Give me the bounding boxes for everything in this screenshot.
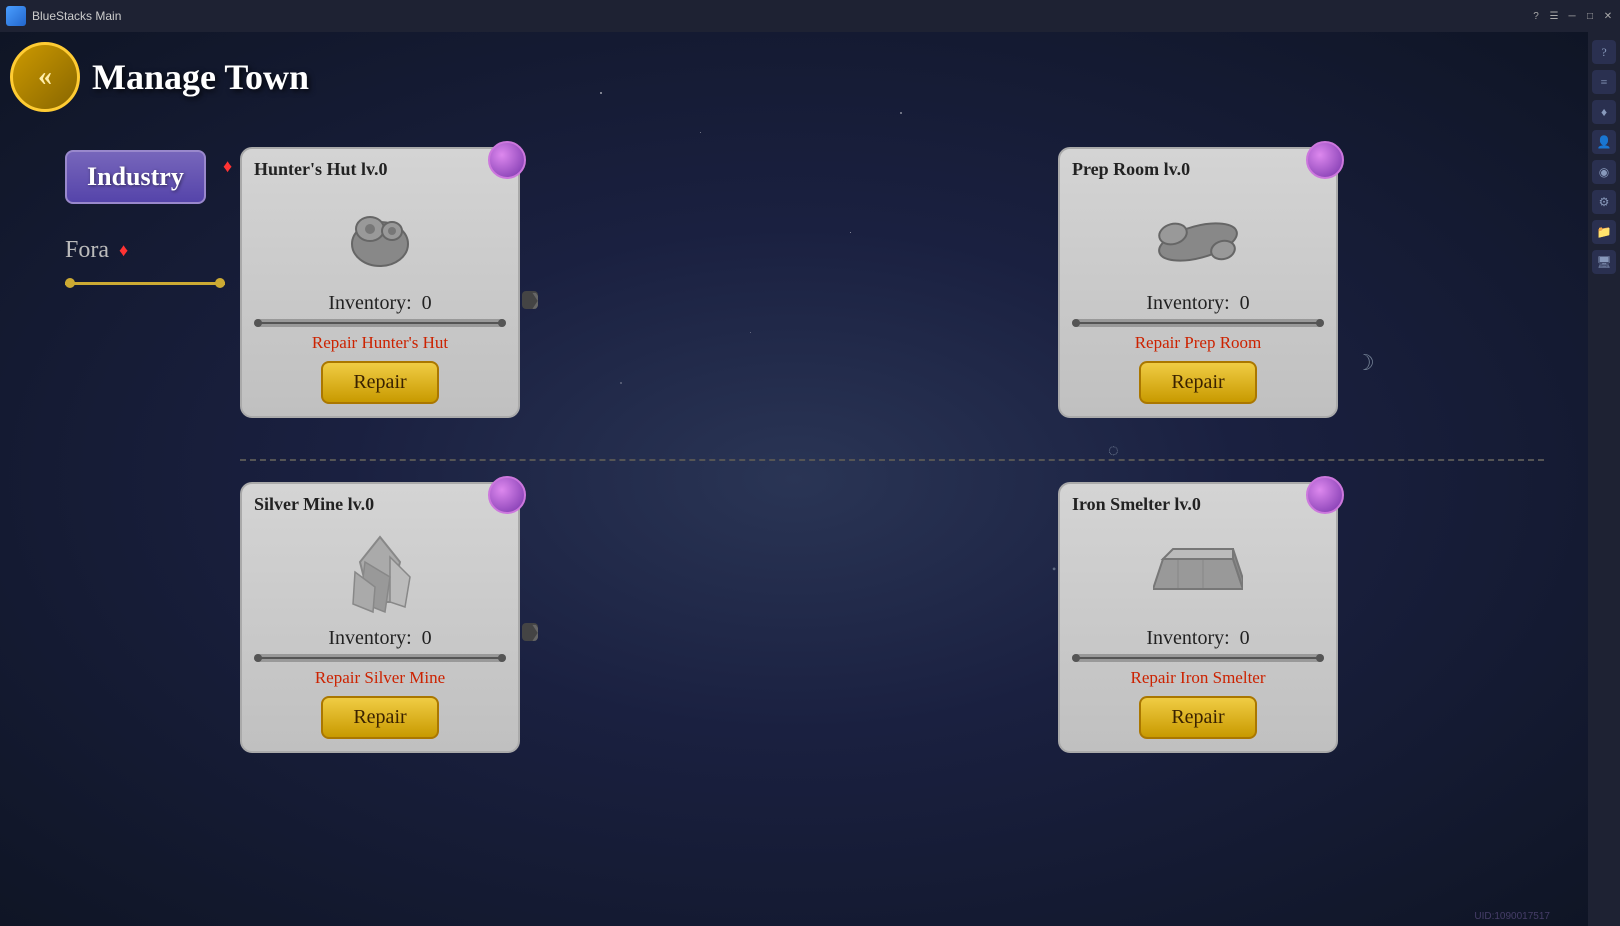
dot-decoration: • xyxy=(1052,562,1056,577)
section-divider xyxy=(240,459,1544,461)
sidebar-icon-4[interactable]: 👤 xyxy=(1592,130,1616,154)
hunters-hut-slider[interactable] xyxy=(254,319,506,327)
industry-tab-button[interactable]: Industry xyxy=(65,150,206,204)
fora-diamond-icon: ♦ xyxy=(119,240,128,261)
prep-room-gem xyxy=(1306,141,1344,179)
silver-mine-title: Silver Mine lv.0 xyxy=(254,494,374,515)
prep-room-slider[interactable] xyxy=(1072,319,1324,327)
iron-smelter-slider[interactable] xyxy=(1072,654,1324,662)
silver-mine-header: Silver Mine lv.0 xyxy=(242,484,518,521)
window-title: BlueStacks Main xyxy=(32,9,1528,23)
hunters-hut-title: Hunter's Hut lv.0 xyxy=(254,159,388,180)
watermark: UID:1090017517 xyxy=(1474,911,1550,922)
slider-line xyxy=(65,282,225,285)
back-button[interactable]: « xyxy=(10,42,80,112)
silver-mine-image xyxy=(335,529,425,619)
page-title: Manage Town xyxy=(92,56,309,98)
menu-btn[interactable]: ☰ xyxy=(1546,8,1562,24)
right-sidebar: ? ≡ ♦ 👤 ◉ ⚙ 📁 🖥 xyxy=(1588,32,1620,926)
silver-mine-gem xyxy=(488,476,526,514)
sidebar-icon-7[interactable]: 📁 xyxy=(1592,220,1616,244)
close-btn[interactable]: ✕ xyxy=(1600,8,1616,24)
silver-mine-card: Silver Mine lv.0 Inventory: 0 Repair Sil… xyxy=(240,482,520,753)
title-bar: « Manage Town xyxy=(10,42,309,112)
sidebar-icon-6[interactable]: ⚙ xyxy=(1592,190,1616,214)
prep-room-inventory: Inventory: 0 xyxy=(1060,292,1336,315)
iron-smelter-title: Iron Smelter lv.0 xyxy=(1072,494,1201,515)
maximize-btn[interactable]: □ xyxy=(1582,8,1598,24)
prep-room-card: Prep Room lv.0 Inventory: 0 Repair Prep … xyxy=(1058,147,1338,418)
hunters-hut-inventory: Inventory: 0 xyxy=(242,292,518,315)
hunters-hut-header: Hunter's Hut lv.0 xyxy=(242,149,518,186)
top-arrow-connector: ❯❯❯❯❯❯❯❯❯❯❯❯❯❯❯❯❯❯❯❯❯❯❯❯❯❯❯ xyxy=(522,290,530,310)
fora-slider[interactable] xyxy=(65,277,225,289)
stars-decoration xyxy=(0,32,1588,926)
silver-mine-repair-button[interactable]: Repair xyxy=(321,696,438,739)
help-btn[interactable]: ? xyxy=(1528,8,1544,24)
hunters-hut-card: Hunter's Hut lv.0 Inventory: 0 Repair Hu… xyxy=(240,147,520,418)
app-icon xyxy=(6,6,26,26)
back-arrows-icon: « xyxy=(38,61,52,93)
silver-mine-repair-text: Repair Silver Mine xyxy=(242,668,518,688)
iron-smelter-header: Iron Smelter lv.0 xyxy=(1060,484,1336,521)
prep-room-header: Prep Room lv.0 xyxy=(1060,149,1336,186)
game-area: « Manage Town Industry ♦ Fora ♦ Hunter's… xyxy=(0,32,1588,926)
slider-right-dot xyxy=(215,278,225,288)
prep-room-repair-text: Repair Prep Room xyxy=(1060,333,1336,353)
moon-decoration: ☽ xyxy=(1355,350,1375,376)
prep-room-repair-button[interactable]: Repair xyxy=(1139,361,1256,404)
silver-mine-slider[interactable] xyxy=(254,654,506,662)
prep-room-image xyxy=(1153,194,1243,284)
iron-smelter-image xyxy=(1153,529,1243,619)
hunters-hut-repair-text: Repair Hunter's Hut xyxy=(242,333,518,353)
moon-decoration-2: ◌ xyxy=(1108,440,1119,461)
silver-mine-inventory: Inventory: 0 xyxy=(242,627,518,650)
iron-smelter-repair-text: Repair Iron Smelter xyxy=(1060,668,1336,688)
industry-diamond-icon: ♦ xyxy=(223,156,232,177)
iron-smelter-card: Iron Smelter lv.0 Inventory: 0 Repair Ir… xyxy=(1058,482,1338,753)
iron-smelter-gem xyxy=(1306,476,1344,514)
fora-section: Fora ♦ xyxy=(65,237,128,264)
sidebar-icon-1[interactable]: ? xyxy=(1592,40,1616,64)
minimize-btn[interactable]: ─ xyxy=(1564,8,1580,24)
sidebar-icon-2[interactable]: ≡ xyxy=(1592,70,1616,94)
iron-smelter-inventory: Inventory: 0 xyxy=(1060,627,1336,650)
hunters-hut-image xyxy=(335,194,425,284)
fora-label: Fora xyxy=(65,237,109,264)
hunters-hut-gem xyxy=(488,141,526,179)
window-chrome: BlueStacks Main ? ☰ ─ □ ✕ xyxy=(0,0,1620,32)
window-controls: ? ☰ ─ □ ✕ xyxy=(1528,8,1616,24)
iron-smelter-repair-button[interactable]: Repair xyxy=(1139,696,1256,739)
sidebar-icon-5[interactable]: ◉ xyxy=(1592,160,1616,184)
hunters-hut-repair-button[interactable]: Repair xyxy=(321,361,438,404)
sidebar-icon-8[interactable]: 🖥 xyxy=(1592,250,1616,274)
sidebar-icon-3[interactable]: ♦ xyxy=(1592,100,1616,124)
bottom-arrow-connector: ❯❯❯❯❯❯❯❯❯❯❯❯❯❯❯❯❯❯❯❯❯❯❯❯❯❯❯ xyxy=(522,622,530,642)
prep-room-title: Prep Room lv.0 xyxy=(1072,159,1190,180)
slider-left-dot xyxy=(65,278,75,288)
